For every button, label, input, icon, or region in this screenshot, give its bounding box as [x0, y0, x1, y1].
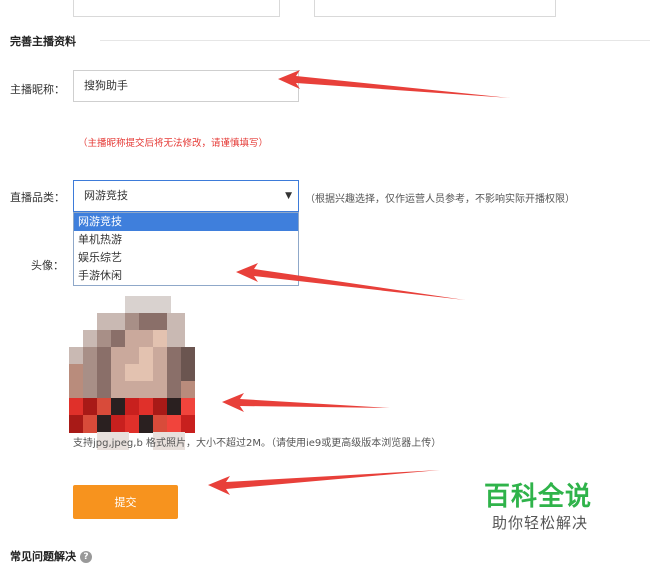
arrow-icon [222, 393, 390, 412]
annotation-arrows [208, 70, 510, 495]
arrow-icon [278, 70, 510, 98]
arrow-icon [208, 470, 440, 495]
arrow-icon [236, 263, 465, 300]
